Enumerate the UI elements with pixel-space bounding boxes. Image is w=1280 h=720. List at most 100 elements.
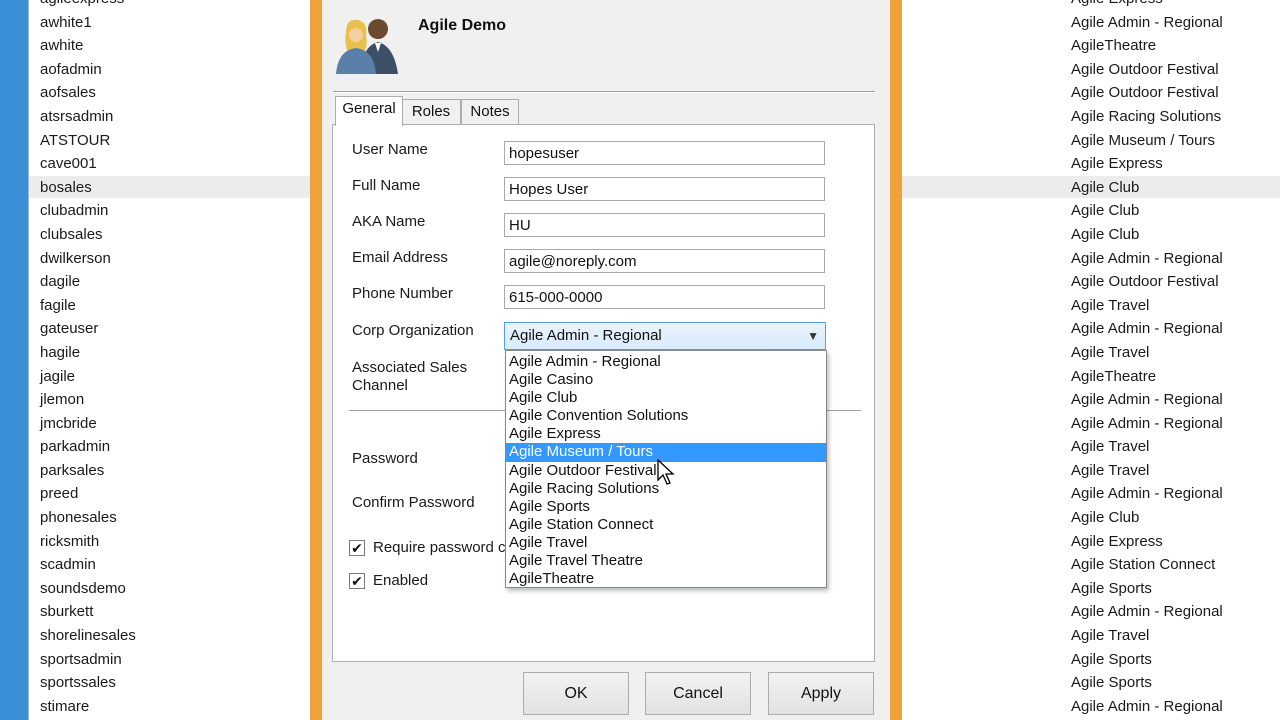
dropdown-option[interactable]: Agile Admin - Regional (506, 353, 826, 371)
email-field[interactable]: agile@noreply.com (504, 249, 825, 273)
enabled-checkbox[interactable]: ✔ (349, 573, 365, 589)
user-list-item[interactable]: hagile (40, 341, 136, 365)
user-list-item[interactable]: shorelinesales (40, 624, 136, 648)
org-list-item[interactable]: Agile Admin - Regional (1071, 11, 1223, 35)
users-icon (336, 19, 398, 74)
user-list-item[interactable]: awhite (40, 34, 136, 58)
org-list-item[interactable]: Agile Admin - Regional (1071, 482, 1223, 506)
user-list-item[interactable]: sportssales (40, 671, 136, 695)
apply-button[interactable]: Apply (768, 672, 874, 715)
org-list-item[interactable]: Agile Admin - Regional (1071, 388, 1223, 412)
email-label: Email Address (352, 249, 448, 266)
dropdown-option[interactable]: Agile Sports (506, 498, 826, 516)
user-list-item[interactable]: jmcbride (40, 412, 136, 436)
user-list-item[interactable]: parksales (40, 459, 136, 483)
org-list-item[interactable]: Agile Express (1071, 0, 1223, 11)
user-list-item[interactable]: scadmin (40, 553, 136, 577)
aka-name-field[interactable]: HU (504, 213, 825, 237)
org-list-item[interactable]: AgileTheatre (1071, 34, 1223, 58)
org-list-item[interactable]: AgileTheatre (1071, 365, 1223, 389)
user-list-item[interactable]: stimare (40, 695, 136, 719)
user-list-item[interactable]: gateuser (40, 317, 136, 341)
dropdown-option[interactable]: Agile Station Connect (506, 516, 826, 534)
corp-org-select[interactable]: Agile Admin - Regional ▼ (504, 322, 826, 350)
org-list-item[interactable]: Agile Travel (1071, 624, 1223, 648)
user-list-item[interactable]: aofadmin (40, 58, 136, 82)
user-list-item[interactable]: parkadmin (40, 435, 136, 459)
org-list-item[interactable]: Agile Express (1071, 530, 1223, 554)
org-list-item[interactable]: Agile Travel (1071, 294, 1223, 318)
full-name-label: Full Name (352, 177, 421, 194)
dropdown-option[interactable]: Agile Club (506, 389, 826, 407)
user-list-item[interactable]: sburkett (40, 600, 136, 624)
mouse-pointer-icon (657, 459, 675, 485)
dropdown-option[interactable]: Agile Travel (506, 534, 826, 552)
full-name-field[interactable]: Hopes User (504, 177, 825, 201)
assoc-sales-label-line1: Associated Sales (352, 359, 468, 376)
org-list-item[interactable]: Agile Admin - Regional (1071, 412, 1223, 436)
chevron-down-icon: ▼ (807, 329, 819, 343)
user-list-item[interactable]: atsrsadmin (40, 105, 136, 129)
ok-button[interactable]: OK (523, 672, 629, 715)
dropdown-option[interactable]: Agile Travel Theatre (506, 552, 826, 570)
org-list-item[interactable]: Agile Outdoor Festival (1071, 270, 1223, 294)
user-list-item[interactable]: cave001 (40, 152, 136, 176)
tab-roles[interactable]: Roles (401, 99, 461, 125)
org-list-item[interactable]: Agile Admin - Regional (1071, 317, 1223, 341)
dropdown-option[interactable]: AgileTheatre (506, 570, 826, 588)
org-list-item[interactable]: Agile Club (1071, 176, 1223, 200)
user-list: agileexpressawhite1awhiteaofadminaofsale… (40, 0, 136, 718)
desktop-strip (0, 0, 28, 720)
user-name-field[interactable]: hopesuser (504, 141, 825, 165)
user-list-item[interactable]: soundsdemo (40, 577, 136, 601)
tab-notes[interactable]: Notes (461, 99, 519, 125)
org-list-item[interactable]: Agile Station Connect (1071, 553, 1223, 577)
tab-general[interactable]: General (335, 96, 403, 126)
user-name-label: User Name (352, 141, 428, 158)
dropdown-option[interactable]: Agile Casino (506, 371, 826, 389)
user-list-item[interactable]: jagile (40, 365, 136, 389)
cancel-button[interactable]: Cancel (645, 672, 751, 715)
user-list-item[interactable]: clubsales (40, 223, 136, 247)
org-list-item[interactable]: Agile Travel (1071, 459, 1223, 483)
org-list-item[interactable]: Agile Outdoor Festival (1071, 81, 1223, 105)
user-list-item[interactable]: awhite1 (40, 11, 136, 35)
org-list-item[interactable]: Agile Travel (1071, 341, 1223, 365)
user-list-item[interactable]: jlemon (40, 388, 136, 412)
user-list-item[interactable]: agileexpress (40, 0, 136, 11)
org-list-item[interactable]: Agile Admin - Regional (1071, 600, 1223, 624)
user-list-item[interactable]: phonesales (40, 506, 136, 530)
user-list-item[interactable]: bosales (40, 176, 136, 200)
org-list-item[interactable]: Agile Express (1071, 152, 1223, 176)
org-list-item[interactable]: Agile Club (1071, 506, 1223, 530)
user-list-item[interactable]: ricksmith (40, 530, 136, 554)
dropdown-option[interactable]: Agile Convention Solutions (506, 407, 826, 425)
org-list-item[interactable]: Agile Sports (1071, 648, 1223, 672)
user-list-item[interactable]: fagile (40, 294, 136, 318)
org-list-item[interactable]: Agile Racing Solutions (1071, 105, 1223, 129)
org-list-item[interactable]: Agile Sports (1071, 577, 1223, 601)
require-password-checkbox[interactable]: ✔ (349, 540, 365, 556)
password-label: Password (352, 450, 418, 467)
assoc-sales-label: Associated Sales Channel (352, 359, 467, 395)
org-list-item[interactable]: Agile Admin - Regional (1071, 247, 1223, 271)
dialog-title: Agile Demo (418, 17, 507, 34)
org-list-item[interactable]: Agile Admin - Regional (1071, 695, 1223, 719)
user-list-item[interactable]: ATSTOUR (40, 129, 136, 153)
user-list-item[interactable]: sportsadmin (40, 648, 136, 672)
org-list-item[interactable]: Agile Travel (1071, 435, 1223, 459)
user-list-item[interactable]: dagile (40, 270, 136, 294)
user-list-item[interactable]: aofsales (40, 81, 136, 105)
assoc-sales-label-line2: Channel (352, 377, 408, 394)
user-list-item[interactable]: dwilkerson (40, 247, 136, 271)
org-list-item[interactable]: Agile Museum / Tours (1071, 129, 1223, 153)
user-list-item[interactable]: preed (40, 482, 136, 506)
dropdown-option[interactable]: Agile Express (506, 425, 826, 443)
org-list-item[interactable]: Agile Outdoor Festival (1071, 58, 1223, 82)
org-list-item[interactable]: Agile Club (1071, 199, 1223, 223)
org-list-item[interactable]: Agile Club (1071, 223, 1223, 247)
org-list-item[interactable]: Agile Sports (1071, 671, 1223, 695)
require-password-label: Require password c (373, 539, 506, 556)
phone-field[interactable]: 615-000-0000 (504, 285, 825, 309)
user-list-item[interactable]: clubadmin (40, 199, 136, 223)
